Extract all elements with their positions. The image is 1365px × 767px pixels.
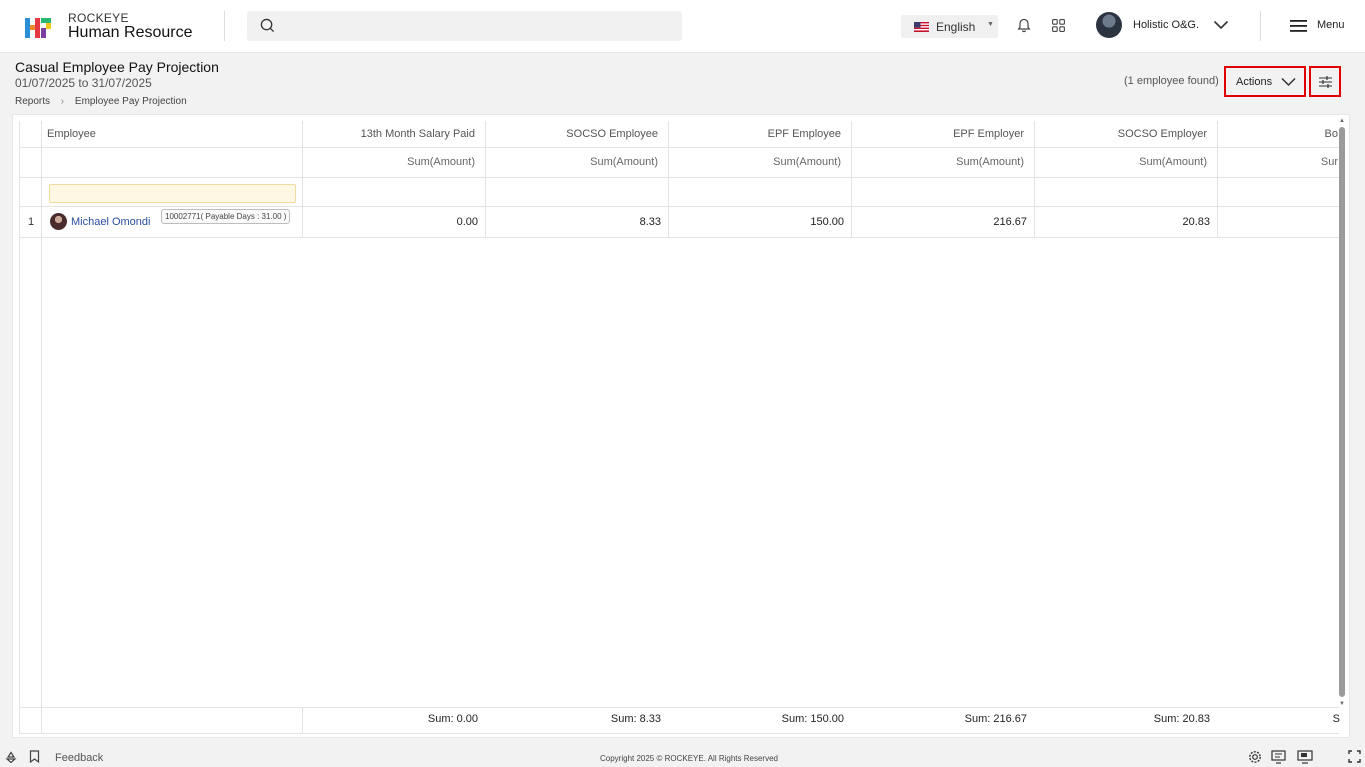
grid-line bbox=[19, 237, 1339, 238]
fullscreen-icon[interactable] bbox=[1348, 750, 1361, 763]
bell-icon[interactable] bbox=[1017, 18, 1031, 33]
language-label: English bbox=[936, 20, 976, 34]
screen-share-icon[interactable] bbox=[1297, 750, 1313, 764]
employee-name-link[interactable]: Michael Omondi bbox=[71, 216, 150, 228]
actions-label: Actions bbox=[1236, 76, 1273, 88]
filter-settings-button[interactable] bbox=[1309, 66, 1341, 97]
cell-socso-employer: 20.83 bbox=[1182, 216, 1210, 228]
aggregate-label: Sum(Amount) bbox=[956, 156, 1024, 168]
footer: Feedback Copyright 2025 © ROCKEYE. All R… bbox=[0, 747, 1365, 767]
grid-line bbox=[19, 147, 1339, 148]
grid-line bbox=[19, 121, 20, 733]
chevron-down-icon[interactable] bbox=[1213, 18, 1229, 32]
aggregate-label: Sum(Amount) bbox=[407, 156, 475, 168]
sum-epf-employer: Sum: 216.67 bbox=[964, 713, 1027, 725]
sum-epf-employee: Sum: 150.00 bbox=[781, 713, 844, 725]
divider bbox=[224, 11, 225, 41]
chevron-down-icon bbox=[1281, 77, 1296, 87]
employee-count: (1 employee found) bbox=[1124, 75, 1219, 87]
sum-socso-employer: Sum: 20.83 bbox=[1153, 713, 1210, 725]
pay-projection-grid: Employee 13th Month Salary Paid SOCSO Em… bbox=[12, 114, 1350, 738]
actions-dropdown-button[interactable]: Actions bbox=[1224, 66, 1306, 97]
rockeye-logo[interactable] bbox=[24, 14, 54, 40]
menu-button[interactable]: Menu bbox=[1317, 19, 1345, 31]
sum-partial: S bbox=[1332, 713, 1340, 725]
cell-socso-employee: 8.33 bbox=[639, 216, 661, 228]
user-name[interactable]: Holistic O&G. bbox=[1133, 19, 1199, 31]
language-select[interactable]: English ▼ bbox=[901, 15, 998, 38]
breadcrumb-item-reports[interactable]: Reports bbox=[15, 96, 50, 107]
column-header-socso-employee[interactable]: SOCSO Employee bbox=[486, 128, 658, 140]
top-bar: ROCKEYE Human Resource English ▼ Holisti… bbox=[0, 0, 1365, 53]
chevron-right-icon: › bbox=[60, 96, 65, 107]
column-header-employee[interactable]: Employee bbox=[47, 128, 247, 140]
search-icon bbox=[260, 18, 275, 33]
grid-line bbox=[19, 733, 1339, 734]
us-flag-icon bbox=[914, 22, 929, 32]
employee-filter-input[interactable] bbox=[49, 184, 296, 203]
sliders-icon bbox=[1319, 76, 1332, 88]
brand-name-small: ROCKEYE bbox=[68, 11, 129, 25]
date-range: 01/07/2025 to 31/07/2025 bbox=[15, 76, 152, 90]
sum-13th-month: Sum: 0.00 bbox=[427, 713, 478, 725]
grid-line bbox=[41, 121, 42, 733]
row-number: 1 bbox=[28, 216, 35, 228]
divider bbox=[1260, 11, 1261, 41]
recycle-icon[interactable] bbox=[5, 751, 17, 763]
breadcrumb: Reports › Employee Pay Projection bbox=[15, 96, 187, 107]
scroll-up-icon[interactable]: ▲ bbox=[1339, 118, 1345, 124]
aggregate-label: Sum(Amount) bbox=[1139, 156, 1207, 168]
grid-line bbox=[19, 707, 1339, 708]
grid-line bbox=[19, 206, 1339, 207]
user-avatar[interactable] bbox=[1096, 12, 1122, 38]
breadcrumb-item-current: Employee Pay Projection bbox=[74, 96, 187, 107]
column-header-socso-employer[interactable]: SOCSO Employer bbox=[1035, 128, 1207, 140]
column-header-partial[interactable]: Bo bbox=[1218, 128, 1338, 140]
search-input[interactable] bbox=[247, 11, 682, 41]
apps-grid-icon[interactable] bbox=[1052, 19, 1065, 32]
hamburger-menu-icon[interactable] bbox=[1290, 19, 1307, 33]
grid-line bbox=[19, 177, 1339, 178]
sum-socso-employee: Sum: 8.33 bbox=[610, 713, 661, 725]
cell-13th-month: 0.00 bbox=[456, 216, 478, 228]
scroll-down-icon[interactable]: ▼ bbox=[1339, 701, 1345, 707]
gear-icon[interactable] bbox=[1248, 750, 1262, 764]
aggregate-label: Sur bbox=[1320, 156, 1338, 168]
column-header-13th-month[interactable]: 13th Month Salary Paid bbox=[303, 128, 475, 140]
aggregate-label: Sum(Amount) bbox=[773, 156, 841, 168]
brand-name: Human Resource bbox=[68, 24, 193, 41]
cell-epf-employer: 216.67 bbox=[993, 216, 1027, 228]
caret-down-icon: ▼ bbox=[987, 21, 994, 28]
employee-avatar bbox=[50, 213, 67, 230]
column-header-epf-employee[interactable]: EPF Employee bbox=[669, 128, 841, 140]
cell-epf-employee: 150.00 bbox=[810, 216, 844, 228]
bookmark-icon[interactable] bbox=[29, 750, 40, 763]
monitor-icon[interactable] bbox=[1271, 750, 1286, 764]
feedback-link[interactable]: Feedback bbox=[55, 752, 103, 764]
aggregate-label: Sum(Amount) bbox=[590, 156, 658, 168]
copyright-text: Copyright 2025 © ROCKEYE. All Rights Res… bbox=[600, 754, 778, 763]
column-header-epf-employer[interactable]: EPF Employer bbox=[852, 128, 1024, 140]
page-title: Casual Employee Pay Projection bbox=[15, 59, 219, 75]
vertical-scrollbar[interactable] bbox=[1339, 127, 1345, 697]
employee-id-badge: 10002771( Payable Days : 31.00 ) bbox=[161, 209, 291, 224]
